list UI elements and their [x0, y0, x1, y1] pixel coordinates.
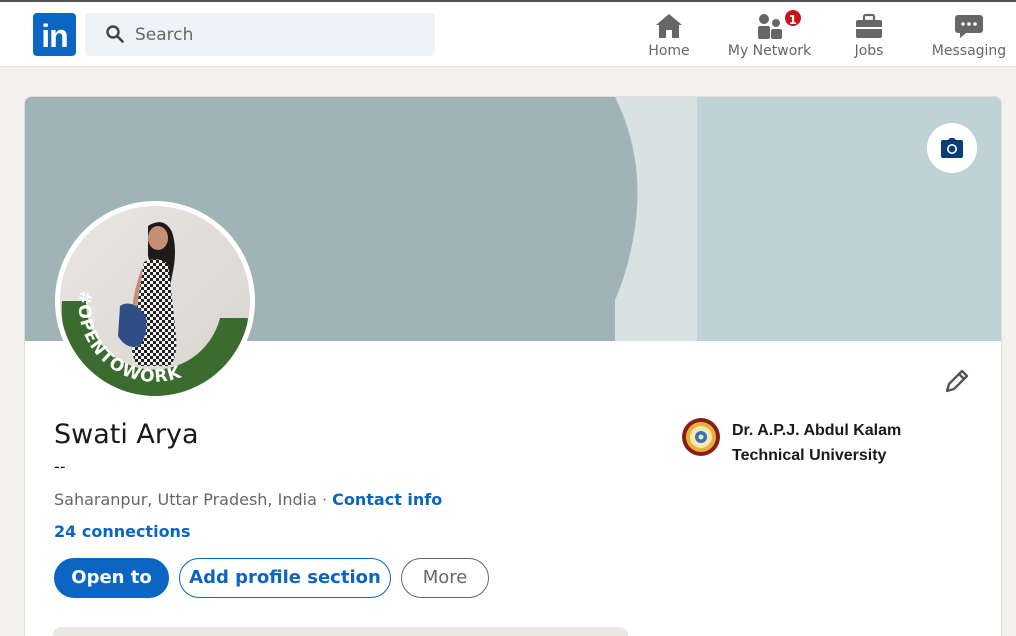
profile-location-line: Saharanpur, Uttar Pradesh, India · Conta… [54, 490, 442, 509]
contact-info-link[interactable]: Contact info [332, 490, 442, 509]
home-icon [656, 14, 682, 38]
notification-badge: 1 [782, 8, 803, 28]
connections-link[interactable]: 24 connections [54, 522, 190, 541]
search-input[interactable] [135, 13, 425, 56]
pencil-icon [945, 369, 969, 393]
open-to-work-banner [53, 627, 628, 636]
nav-jobs[interactable]: Jobs [834, 10, 904, 65]
more-button[interactable]: More [401, 558, 489, 598]
chat-icon [955, 15, 983, 38]
nav-messaging-label: Messaging [931, 43, 1007, 59]
profile-card: #OPENTOWORK Swati Arya -- Saharanpur, Ut… [24, 96, 1002, 636]
education-entry[interactable]: Dr. A.P.J. Abdul Kalam Technical Univers… [681, 415, 981, 475]
search-box[interactable] [85, 13, 435, 56]
location-separator: · [316, 490, 333, 509]
nav-jobs-label: Jobs [854, 43, 884, 59]
edit-cover-button[interactable] [927, 123, 977, 173]
nav-home-label: Home [648, 43, 690, 59]
profile-headline: -- [54, 457, 66, 476]
profile-photo-image: #OPENTOWORK [60, 206, 250, 396]
my-network-icon [757, 14, 782, 39]
open-to-work-frame: #OPENTOWORK [60, 206, 250, 396]
top-nav-bar: in Home 1 My Network Jobs [0, 0, 1016, 67]
nav-messaging[interactable]: Messaging [928, 10, 1010, 65]
profile-location: Saharanpur, Uttar Pradesh, India [54, 490, 317, 509]
university-name-line2: Technical University [732, 447, 887, 464]
briefcase-icon [856, 13, 882, 38]
edit-intro-button[interactable] [941, 365, 973, 397]
search-icon [106, 25, 124, 43]
profile-name: Swati Arya [54, 419, 199, 450]
camera-icon [941, 138, 963, 158]
nav-my-network[interactable]: 1 My Network [722, 8, 817, 65]
linkedin-logo[interactable]: in [33, 13, 76, 56]
university-name-line1: Dr. A.P.J. Abdul Kalam [732, 422, 902, 439]
open-to-button[interactable]: Open to [54, 558, 169, 598]
nav-my-network-label: My Network [727, 43, 812, 59]
nav-home[interactable]: Home [634, 10, 704, 65]
university-name: Dr. A.P.J. Abdul Kalam Technical Univers… [732, 418, 972, 468]
university-seal-icon [682, 418, 720, 456]
profile-photo[interactable]: #OPENTOWORK [55, 201, 255, 401]
add-profile-section-button[interactable]: Add profile section [179, 558, 391, 598]
